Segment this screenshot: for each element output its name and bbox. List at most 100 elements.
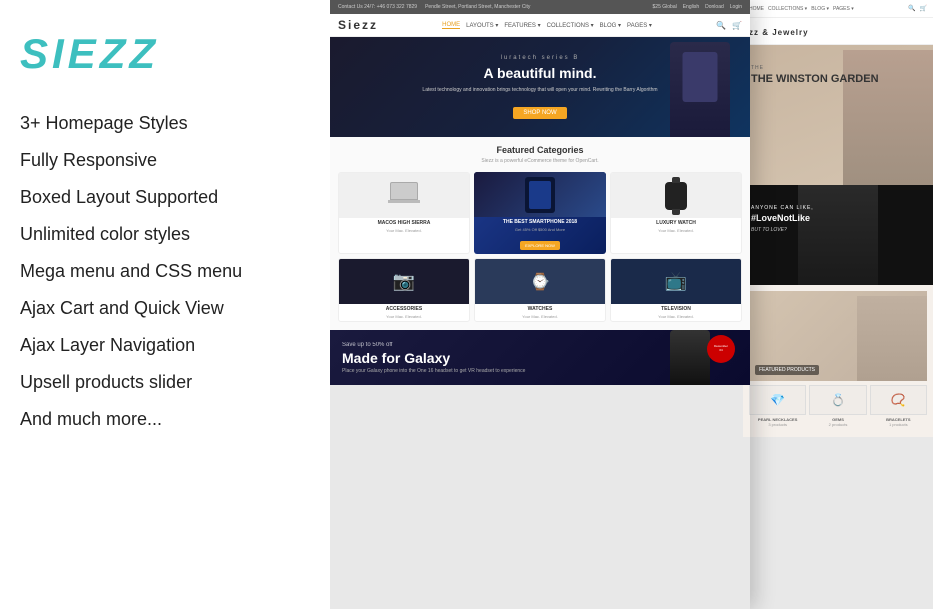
fashion-nav-item[interactable]: HOME bbox=[749, 6, 764, 12]
feature-item: Unlimited color styles bbox=[20, 219, 310, 250]
section-subtitle: Siezz is a powerful eCommerce theme for … bbox=[338, 158, 742, 164]
left-panel: SIEZZ 3+ Homepage Styles Fully Responsive… bbox=[0, 0, 330, 609]
feature-item: Boxed Layout Supported bbox=[20, 182, 310, 213]
category-accessories[interactable]: 📷 ACCESSORIES Your Mac. Elevated. bbox=[338, 258, 470, 322]
category-watches[interactable]: ⌚ WATCHES Your Mac. Elevated. bbox=[474, 258, 606, 322]
screenshots-container: Contact Us 24/7: +46 073 322 7829 Pendle… bbox=[330, 0, 933, 609]
hero-shop-button[interactable]: SHOP NOW bbox=[513, 107, 566, 119]
fashion-nav-item[interactable]: PAGES ▾ bbox=[833, 6, 854, 12]
category-tv-sub: Your Mac. Elevated. bbox=[611, 314, 741, 321]
feature-item: And much more... bbox=[20, 404, 310, 435]
right-panel: Contact Us 24/7: +46 073 322 7829 Pendle… bbox=[330, 0, 933, 609]
hero-content: luratech series B A beautiful mind. Late… bbox=[422, 55, 657, 119]
nav-home[interactable]: HOME bbox=[442, 22, 460, 29]
earrings-img: 💎 bbox=[749, 385, 806, 415]
category-watch-img bbox=[611, 173, 741, 218]
jewelry-gems[interactable]: 💍 GEMS 2 products bbox=[809, 385, 866, 427]
nav-blog[interactable]: BLOG ▾ bbox=[600, 22, 621, 29]
feature-item: Ajax Cart and Quick View bbox=[20, 293, 310, 324]
category-smartphone-sub: Get 45% Off $500 And More bbox=[474, 227, 606, 234]
banner-phone-image bbox=[670, 330, 710, 385]
category-watches-sub: Your Mac. Elevated. bbox=[475, 314, 605, 321]
banner-badge: December04 bbox=[707, 335, 735, 363]
logo: SIEZZ bbox=[20, 30, 310, 78]
category-accessories-img: 📷 bbox=[339, 259, 469, 304]
fashion-title: THE WINSTON GARDEN bbox=[751, 73, 879, 86]
logo-text: SIEZZ bbox=[20, 30, 159, 77]
banner-title: Made for Galaxy bbox=[342, 350, 525, 366]
fashion-model-dark bbox=[798, 185, 878, 285]
contact-text: Contact Us 24/7: +46 073 322 7829 bbox=[338, 4, 417, 10]
nav-pages[interactable]: PAGES ▾ bbox=[627, 22, 652, 29]
category-laptop-sub: Your Mac. Elevated. bbox=[339, 228, 469, 235]
category-laptop-label: MACOS HIGH SIERRA bbox=[339, 218, 469, 228]
language-text: English bbox=[683, 4, 699, 10]
bracelets-img: 📿 bbox=[870, 385, 927, 415]
watch-band-bottom bbox=[672, 209, 680, 215]
gems-img: 💍 bbox=[809, 385, 866, 415]
category-laptop[interactable]: MACOS HIGH SIERRA Your Mac. Elevated. bbox=[338, 172, 470, 254]
section-title: Featured Categories bbox=[338, 145, 742, 155]
feature-item: 3+ Homepage Styles bbox=[20, 108, 310, 139]
smartphone-visual bbox=[525, 177, 555, 213]
feature-item: Fully Responsive bbox=[20, 145, 310, 176]
feature-item: Upsell products slider bbox=[20, 367, 310, 398]
jewelry-section: FEATURED PRODUCTS 💎 PEARL NECKLACES 3 pr… bbox=[743, 285, 933, 437]
nav-layouts[interactable]: LAYOUTS ▾ bbox=[466, 22, 498, 29]
smartphone-screen bbox=[529, 181, 551, 209]
top-bar: Contact Us 24/7: +46 073 322 7829 Pendle… bbox=[330, 0, 750, 14]
address-text: Pendle Street, Portland Street, Manchest… bbox=[425, 4, 530, 10]
fashion-hero: THE THE WINSTON GARDEN bbox=[743, 45, 933, 185]
cart-icon[interactable]: 🛒 bbox=[732, 21, 742, 30]
fashion-hero-text: THE THE WINSTON GARDEN bbox=[751, 65, 879, 86]
nav-icons: 🔍 🛒 bbox=[716, 21, 742, 30]
feature-item: Mega menu and CSS menu bbox=[20, 256, 310, 287]
fashion-quote: BUT TO LOVE? bbox=[751, 227, 814, 233]
category-tv[interactable]: 📺 TELEVISION Your Mac. Elevated. bbox=[610, 258, 742, 322]
nav-links: HOME LAYOUTS ▾ FEATURES ▾ COLLECTIONS ▾ … bbox=[442, 22, 652, 29]
category-smartphone-label: THE BEST SMARTPHONE 2018 bbox=[474, 217, 606, 227]
fashion-can-label: ANYONE CAN LIKE, bbox=[751, 205, 814, 211]
fashion-text-overlay: ANYONE CAN LIKE, #LoveNotLike BUT TO LOV… bbox=[751, 205, 814, 233]
jewelry-earrings[interactable]: 💎 PEARL NECKLACES 3 products bbox=[749, 385, 806, 427]
laptop-visual bbox=[386, 182, 422, 210]
fashion-search-icon[interactable]: 🔍 bbox=[908, 5, 915, 12]
main-screenshot: Contact Us 24/7: +46 073 322 7829 Pendle… bbox=[330, 0, 750, 609]
fashion-nav-item[interactable]: COLLECTIONS ▾ bbox=[768, 6, 807, 12]
fashion-subtitle: THE bbox=[751, 65, 879, 71]
fashion-header: HOME COLLECTIONS ▾ BLOG ▾ PAGES ▾ 🔍 🛒 bbox=[743, 0, 933, 18]
fashion-header-right: 🔍 🛒 bbox=[908, 5, 927, 12]
features-list: 3+ Homepage Styles Fully Responsive Boxed … bbox=[20, 108, 310, 435]
fashion-nav-item[interactable]: BLOG ▾ bbox=[811, 6, 829, 12]
category-watches-img: ⌚ bbox=[475, 259, 605, 304]
login-text: Login bbox=[730, 4, 742, 10]
category-smartphone-img bbox=[474, 172, 606, 217]
fashion-brand: #LoveNotLike bbox=[751, 213, 814, 223]
bracelets-price: 1 products bbox=[870, 422, 927, 427]
banner-promo: Save up to 50% off bbox=[342, 342, 525, 348]
gems-price: 2 products bbox=[809, 422, 866, 427]
categories-grid: MACOS HIGH SIERRA Your Mac. Elevated. TH… bbox=[338, 172, 742, 322]
brand-bar: zz & Jewelry bbox=[743, 18, 933, 45]
nav-features[interactable]: FEATURES ▾ bbox=[504, 22, 540, 29]
bottom-banner: Save up to 50% off Made for Galaxy Place… bbox=[330, 330, 750, 385]
search-icon[interactable]: 🔍 bbox=[716, 21, 726, 30]
category-tv-label: TELEVISION bbox=[611, 304, 741, 314]
category-watch[interactable]: LUXURY WATCH Your Mac. Elevated. bbox=[610, 172, 742, 254]
jewelry-grid: 💎 PEARL NECKLACES 3 products 💍 GEMS 2 pr… bbox=[749, 385, 927, 431]
category-watch-label: LUXURY WATCH bbox=[611, 218, 741, 228]
laptop-base bbox=[388, 200, 420, 203]
hero-subtitle: luratech series B bbox=[422, 55, 657, 61]
watch-visual bbox=[665, 182, 687, 210]
explore-button[interactable]: EXPLORE NOW bbox=[520, 241, 560, 250]
nav-collections[interactable]: COLLECTIONS ▾ bbox=[547, 22, 594, 29]
category-smartphone[interactable]: THE BEST SMARTPHONE 2018 Get 45% Off $50… bbox=[474, 172, 606, 254]
category-laptop-img bbox=[339, 173, 469, 218]
right-screenshot: HOME COLLECTIONS ▾ BLOG ▾ PAGES ▾ 🔍 🛒 zz… bbox=[743, 0, 933, 609]
banner-text: Save up to 50% off Made for Galaxy Place… bbox=[342, 342, 525, 374]
featured-section: Featured Categories Siezz is a powerful … bbox=[330, 137, 750, 330]
earrings-price: 3 products bbox=[749, 422, 806, 427]
cart-text: $25 Global bbox=[653, 4, 677, 10]
jewelry-bracelets[interactable]: 📿 BRACELETS 1 products bbox=[870, 385, 927, 427]
fashion-cart-icon[interactable]: 🛒 bbox=[920, 5, 927, 12]
